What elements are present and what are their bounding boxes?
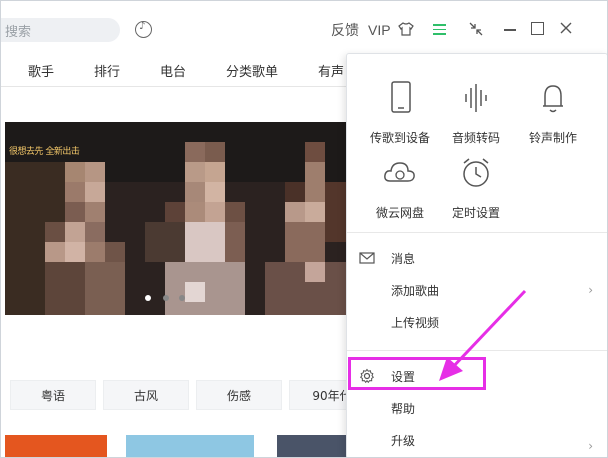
nav-item-singer[interactable]: 歌手: [28, 61, 54, 80]
ringtone-item[interactable]: 铃声制作: [513, 78, 593, 146]
phone-icon: [391, 81, 411, 113]
minimize-icon[interactable]: [504, 29, 516, 31]
chevron-right-icon: ›: [588, 283, 593, 297]
chevron-right-icon: ›: [588, 439, 593, 453]
nav-item-audio[interactable]: 有声: [318, 61, 344, 80]
upgrade-label: 升级: [391, 433, 416, 448]
feedback-link[interactable]: 反馈: [331, 20, 359, 40]
send-to-device-label: 传歌到设备: [369, 131, 430, 145]
search-input[interactable]: 搜索: [1, 18, 120, 42]
banner-carousel[interactable]: 很想去先 全新出击: [5, 122, 355, 315]
menu-item-help[interactable]: 帮助: [347, 393, 607, 423]
tag-button[interactable]: 伤感: [196, 380, 282, 410]
vip-link[interactable]: VIP: [368, 20, 391, 40]
ringtone-label: 铃声制作: [528, 131, 577, 145]
nav-item-ranking[interactable]: 排行: [94, 61, 120, 80]
main-menu-panel: 传歌到设备 音频转码 铃声制作 微云网盘 定时设置 消息 添加歌曲 › 上传视频…: [346, 53, 607, 457]
title-bar: 搜索 反馈 VIP: [1, 1, 607, 53]
mail-icon: [359, 252, 375, 264]
mini-mode-icon[interactable]: [468, 21, 484, 37]
tag-button[interactable]: 古风: [103, 380, 189, 410]
music-recognition-icon[interactable]: [135, 21, 152, 38]
nav-item-playlists[interactable]: 分类歌单: [226, 61, 278, 80]
tshirt-skin-icon[interactable]: [398, 21, 414, 37]
nav-item-radio[interactable]: 电台: [160, 61, 186, 80]
carousel-dot[interactable]: [179, 295, 185, 301]
cloud-icon: [384, 162, 415, 182]
annotation-arrow-icon: [439, 289, 527, 381]
menu-item-upgrade[interactable]: 升级 ›: [347, 425, 607, 455]
timer-label: 定时设置: [451, 206, 500, 220]
app-window: 搜索 反馈 VIP 歌手 排行 电台 分类歌单 有声: [0, 0, 608, 458]
maximize-icon[interactable]: [531, 22, 544, 35]
send-to-device-item[interactable]: 传歌到设备: [360, 78, 440, 146]
search-placeholder: 搜索: [5, 24, 32, 40]
alarm-clock-icon: [463, 158, 489, 187]
audio-convert-item[interactable]: 音频转码: [436, 78, 516, 146]
carousel-dot[interactable]: [163, 295, 169, 301]
carousel-dot-active[interactable]: [145, 295, 151, 301]
menu-item-messages[interactable]: 消息: [347, 243, 607, 273]
banner-overlay-text: 很想去先 全新出击: [9, 147, 80, 157]
audio-convert-label: 音频转码: [451, 131, 500, 145]
playlist-thumbnail[interactable]: [5, 435, 107, 457]
timer-item[interactable]: 定时设置: [436, 153, 516, 221]
tag-button[interactable]: 粤语: [10, 380, 96, 410]
audio-wave-icon: [465, 84, 487, 112]
playlist-thumbnail[interactable]: [277, 435, 349, 457]
main-menu-icon[interactable]: [433, 24, 446, 35]
cloud-drive-item[interactable]: 微云网盘: [360, 153, 440, 221]
playlist-thumbnail[interactable]: [126, 435, 254, 457]
bell-icon: [543, 85, 563, 113]
menu-divider: [347, 232, 607, 233]
messages-label: 消息: [391, 251, 416, 266]
help-label: 帮助: [391, 401, 416, 416]
cloud-drive-label: 微云网盘: [375, 206, 424, 220]
close-icon[interactable]: [557, 19, 575, 37]
